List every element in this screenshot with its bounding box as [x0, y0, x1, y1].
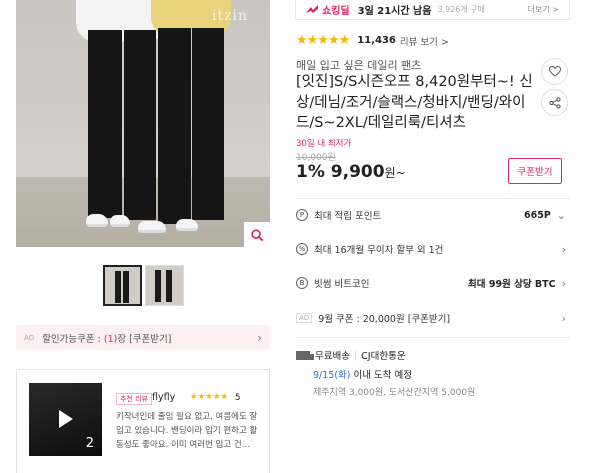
chevron-right-icon: ›: [561, 311, 566, 325]
truck-icon: [296, 350, 314, 360]
installment-row[interactable]: % 최대 16개월 무이자 할부 외 1건 ›: [296, 241, 566, 257]
lowest-price-label: 30일 내 최저가: [296, 139, 352, 149]
delivery-date: 9/15(화): [313, 370, 351, 381]
photo-leg: [158, 28, 191, 224]
shipping-info: 무료배송 | CJ대한통운 9/15(화) 이내 도착 예정 제주지역 3,00…: [296, 348, 475, 398]
deal-more-link[interactable]: 더보기 >: [528, 4, 559, 15]
chevron-right-icon: ›: [561, 242, 566, 256]
coupon-button[interactable]: 쿠폰받기: [508, 158, 562, 184]
divider: [296, 198, 570, 199]
shipping-extra-fee: 제주지역 3,000원, 도서산간지역 5,000원: [313, 388, 476, 398]
share-icon: [548, 96, 561, 109]
bitcoin-row[interactable]: B 빗썸 비트코인 최대 99원 상당 BTC ›: [296, 275, 566, 291]
installment-label: 최대 16개월 무이자 할부 외 1건: [314, 245, 444, 256]
ad-label: AD: [296, 313, 313, 323]
price: 1% 9,900원~: [296, 162, 406, 182]
shocking-deal-icon: [306, 4, 318, 13]
thumbnail-2[interactable]: [145, 265, 184, 306]
photo-leg: [88, 30, 122, 218]
review-video-thumbnail[interactable]: 2: [29, 383, 102, 456]
bitcoin-icon: B: [296, 277, 308, 289]
price-unit: 원~: [384, 166, 406, 180]
video-count: 2: [85, 436, 94, 451]
coupon-banner-text: 할인가능쿠폰 : (1)장 [쿠폰받기]: [42, 333, 172, 345]
photo-shoe: [138, 221, 166, 233]
rating-row[interactable]: ★★★★★ 11,436 리뷰 보기 >: [296, 33, 449, 48]
points-value: 665P: [523, 209, 551, 221]
coupon-ad-label: 9월 쿠폰 : 20,000원 [쿠폰받기]: [318, 314, 451, 325]
deal-time-left: 3일 21시간 남음: [357, 6, 432, 17]
rating-count: 11,436: [357, 35, 396, 46]
photo-brand-mark: itzin: [212, 8, 248, 24]
chevron-right-icon: ›: [257, 330, 262, 345]
chevron-down-icon: ⌄: [556, 208, 566, 222]
thumbnail-list: [103, 265, 184, 306]
photo-leg: [192, 28, 224, 220]
photo-shoe: [110, 215, 130, 227]
bitcoin-value: 최대 99원 상당 BTC: [468, 279, 556, 290]
thumbnail-1[interactable]: [103, 265, 142, 306]
divider: [296, 337, 570, 338]
photo-shoe: [176, 219, 198, 231]
bitcoin-label: 빗썸 비트코인: [314, 279, 370, 290]
percent-icon: %: [296, 243, 308, 255]
search-icon: [250, 228, 263, 241]
product-subtitle: 매일 입고 싶은 데일리 팬츠: [296, 59, 422, 72]
shipping-carrier: CJ대한통운: [361, 351, 406, 362]
product-title: [잇진]S/S시즌오프 8,420원부터~! 신상/데님/조거/슬랙스/청바지/…: [296, 74, 533, 131]
discount-rate: 1%: [296, 162, 325, 182]
share-button[interactable]: [541, 89, 568, 116]
coupon-banner[interactable]: AD 할인가능쿠폰 : (1)장 [쿠폰받기] ›: [16, 325, 270, 350]
review-score: 5: [235, 393, 241, 403]
recommended-review-badge: 추천 리뷰: [116, 393, 152, 405]
chevron-right-icon: ›: [561, 276, 566, 290]
point-icon: P: [296, 209, 308, 221]
rating-stars: ★★★★★: [296, 33, 350, 48]
review-stars: ★★★★★: [190, 392, 229, 402]
sale-price: 9,900: [330, 162, 385, 182]
points-label: 최대 적립 포인트: [314, 211, 382, 222]
review-username: flyfly: [152, 392, 176, 403]
main-product-image[interactable]: itzin: [16, 0, 270, 247]
play-icon: [59, 410, 73, 428]
deal-bar[interactable]: 쇼킹딜 3일 21시간 남음 3,926개 구매 더보기 >: [295, 0, 570, 20]
shipping-type: 무료배송: [315, 351, 350, 362]
photo-shoe: [86, 214, 108, 227]
delivery-date-suffix: 이내 도착 예정: [350, 370, 412, 381]
zoom-button[interactable]: [244, 222, 270, 248]
points-row[interactable]: P 최대 적립 포인트 665P ⌄: [296, 207, 566, 223]
deal-name: 쇼킹딜: [322, 6, 350, 17]
review-link[interactable]: 리뷰 보기 >: [400, 34, 449, 48]
heart-icon: [548, 66, 561, 77]
review-text: 키작녀인데 줄임 필요 없고, 여름에도 잘 입고 있습니다. 밴딩이라 입기 …: [116, 412, 258, 450]
wishlist-button[interactable]: [541, 58, 568, 85]
photo-leg: [124, 30, 156, 220]
deal-sold-count: 3,926개 구매: [437, 5, 485, 14]
ad-label: AD: [24, 333, 35, 342]
review-card[interactable]: 2 추천 리뷰 flyfly ★★★★★ 5 키작녀인데 줄임 필요 없고, 여…: [16, 369, 270, 473]
coupon-ad-row[interactable]: AD 9월 쿠폰 : 20,000원 [쿠폰받기] ›: [296, 310, 566, 326]
separator: |: [353, 349, 358, 361]
